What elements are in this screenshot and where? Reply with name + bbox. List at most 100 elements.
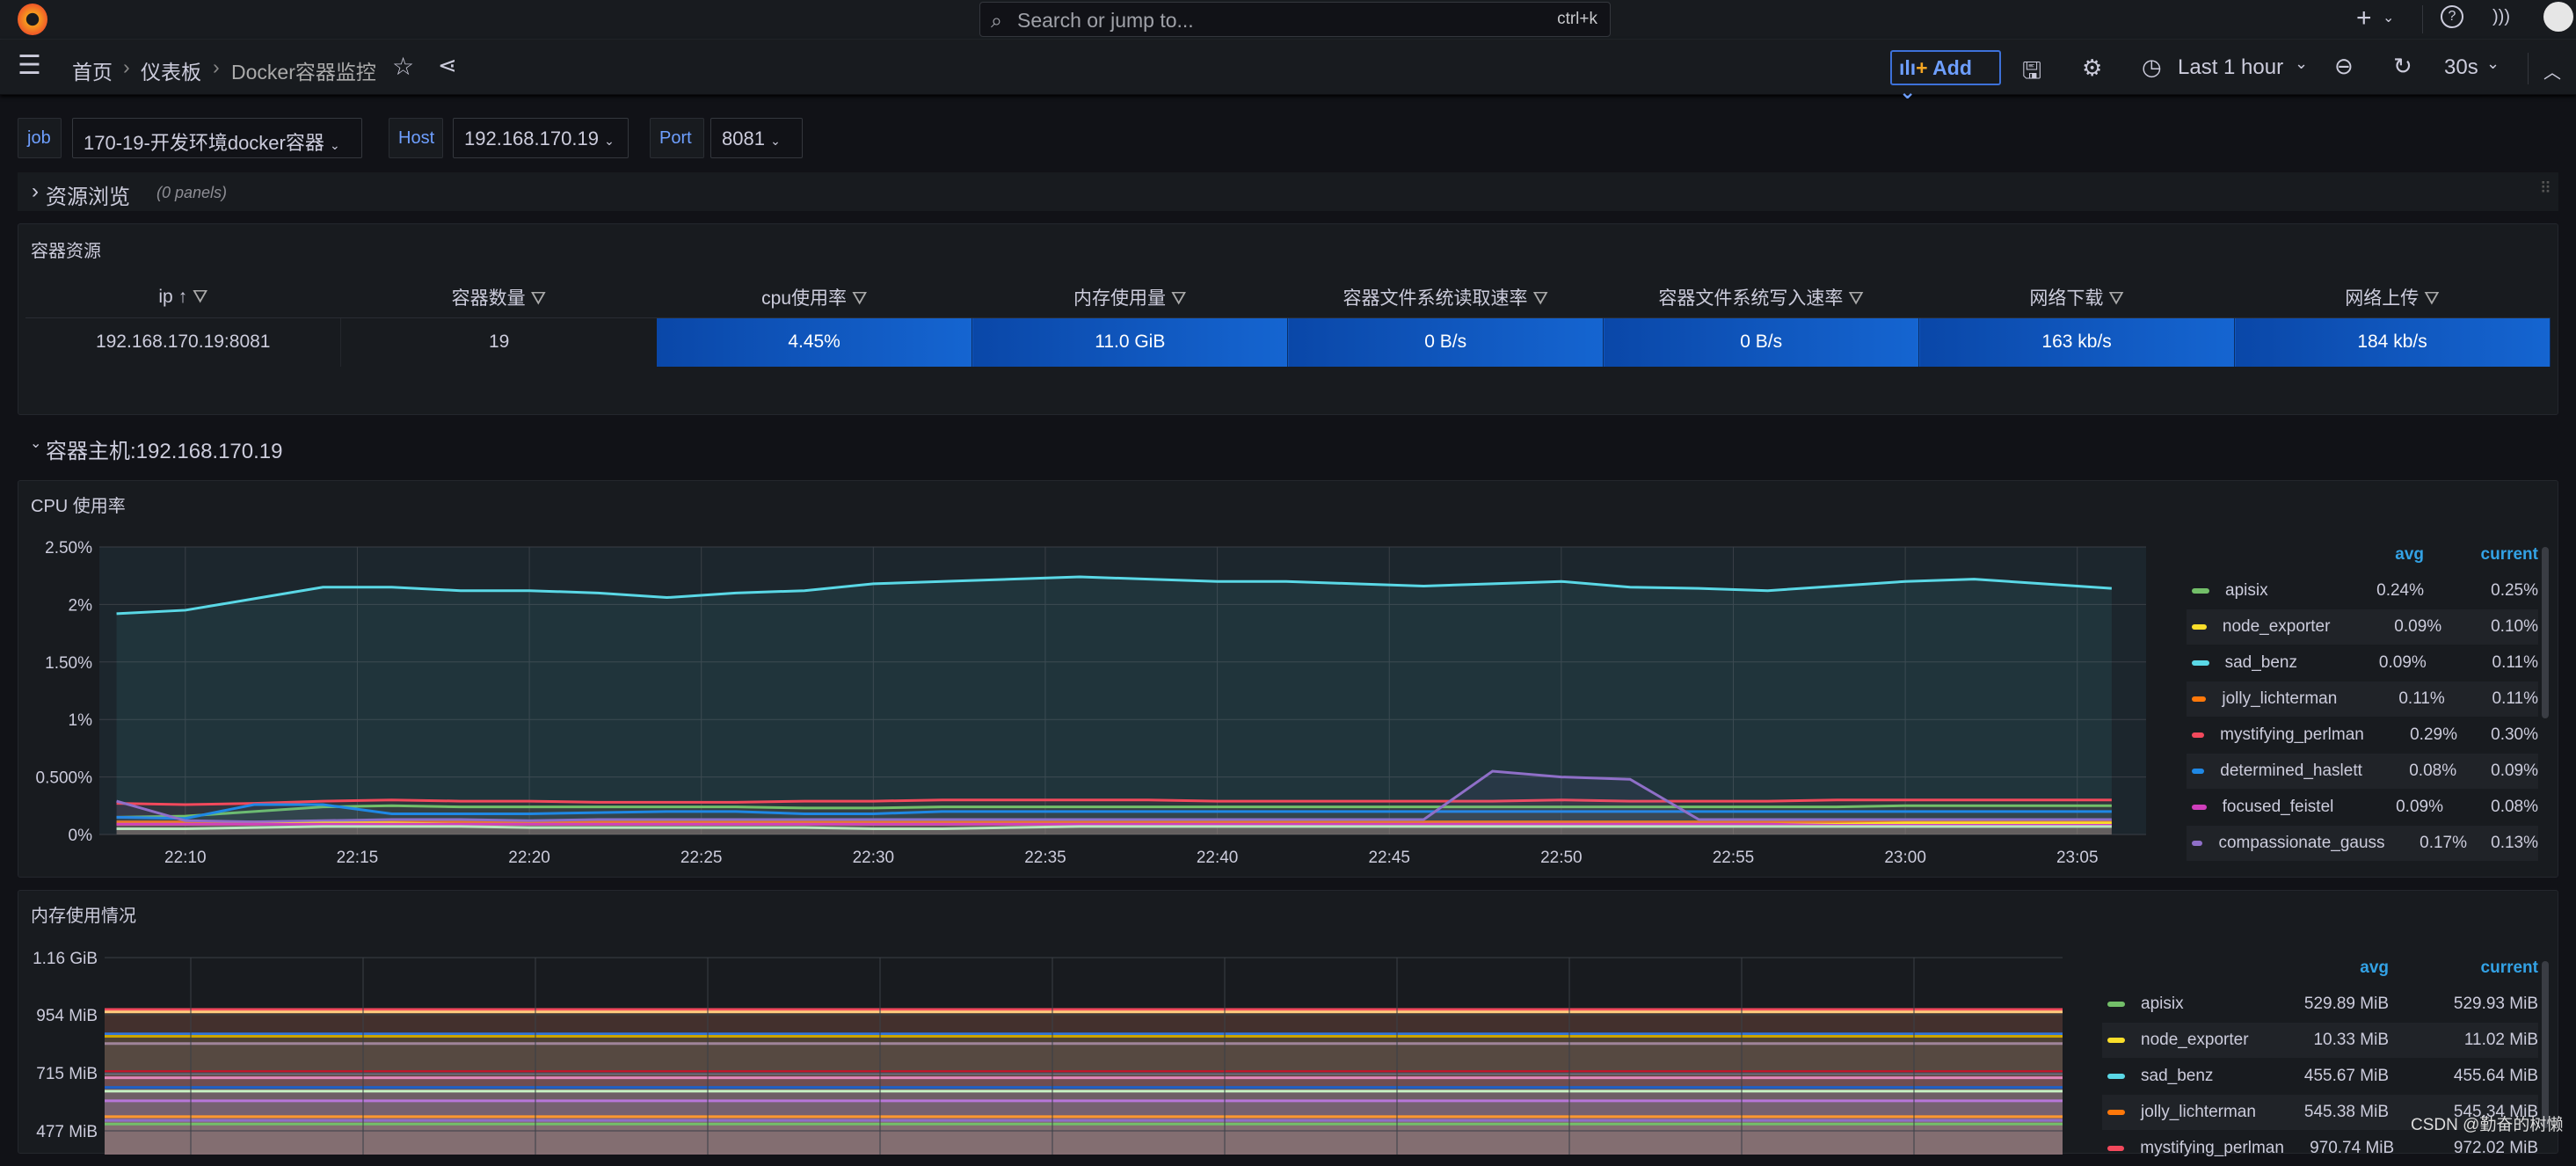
refresh-interval-picker[interactable]: 30s: [2444, 55, 2478, 80]
legend-current: 972.02 MiB: [2453, 1139, 2538, 1157]
series-line: [116, 822, 2112, 827]
legend-item[interactable]: determined_haslett 0.08% 0.09%: [2187, 754, 2538, 789]
column-header-label: 网络下载: [2029, 288, 2104, 309]
drag-handle-icon[interactable]: ⠿: [2540, 179, 2551, 198]
row-browse[interactable]: › 资源浏览 (0 panels) ⠿: [18, 172, 2558, 211]
plus-icon[interactable]: +: [2356, 4, 2372, 33]
legend-item[interactable]: mystifying_perlman 970.74 MiB 972.02 MiB: [2102, 1131, 2538, 1166]
row-host[interactable]: ⌄ 容器主机:192.168.170.19: [18, 431, 545, 463]
legend-item[interactable]: mystifying_perlman 0.29% 0.30%: [2187, 718, 2538, 753]
collapse-icon[interactable]: ︿: [2543, 58, 2561, 84]
legend-header: avg current: [2102, 951, 2538, 986]
time-range-picker[interactable]: Last 1 hour: [2178, 55, 2283, 80]
legend-current: 455.64 MiB: [2453, 1067, 2538, 1085]
legend-item[interactable]: jolly_lichterman 0.11% 0.11%: [2187, 681, 2538, 717]
help-icon[interactable]: ?: [2441, 5, 2463, 28]
series-color-swatch: [2192, 805, 2207, 810]
chevron-down-icon[interactable]: ⌄: [2383, 9, 2394, 26]
gear-icon[interactable]: ⚙: [2082, 55, 2102, 82]
chevron-down-icon: ⌄: [30, 436, 42, 451]
chevron-right-icon: ›: [32, 179, 39, 203]
table-cell: 19: [488, 332, 510, 353]
clock-icon[interactable]: ◷: [2142, 54, 2162, 81]
variable-select-port[interactable]: 8081 ⌄: [710, 118, 803, 158]
legend-series-name: node_exporter: [2141, 1031, 2249, 1049]
legend-header-current[interactable]: current: [2389, 958, 2538, 978]
breadcrumb-home[interactable]: 首页: [72, 55, 113, 85]
filter-icon[interactable]: ⛛: [1848, 288, 1864, 309]
x-tick-label: 22:15: [337, 849, 379, 867]
column-header[interactable]: 容器文件系统写入速率 ⛛: [1603, 277, 1919, 318]
filter-icon[interactable]: ⛛: [1532, 288, 1548, 309]
legend-series-name: focused_feistel: [2222, 798, 2334, 816]
filter-icon[interactable]: ⛛: [2424, 288, 2440, 309]
column-header-label: 容器文件系统写入速率: [1658, 288, 1844, 309]
breadcrumb-dashboards[interactable]: 仪表板: [141, 55, 201, 85]
legend-header-avg[interactable]: avg: [2292, 545, 2424, 565]
search-input[interactable]: ⌕ Search or jump to... ctrl+k: [979, 2, 1611, 37]
column-header-label: ip: [158, 286, 173, 307]
legend-item[interactable]: compassionate_gauss 0.17% 0.13%: [2187, 826, 2538, 861]
series-color-swatch: [2192, 624, 2207, 630]
column-header[interactable]: 网络上传 ⛛: [2234, 277, 2551, 318]
x-tick-label: 22:25: [680, 849, 723, 867]
share-icon[interactable]: ⋖: [438, 52, 457, 79]
legend-avg: 455.67 MiB: [2303, 1067, 2389, 1085]
legend-item[interactable]: apisix 529.89 MiB 529.93 MiB: [2102, 987, 2538, 1022]
variable-select-host[interactable]: 192.168.170.19 ⌄: [453, 118, 629, 158]
filter-icon[interactable]: ⛛: [531, 288, 547, 309]
filter-icon[interactable]: ⛛: [2108, 288, 2124, 309]
refresh-icon[interactable]: ↻: [2393, 53, 2412, 80]
column-header[interactable]: ip ↑ ⛛: [25, 277, 341, 318]
zoom-out-icon[interactable]: ⊖: [2334, 53, 2354, 80]
legend-series-name: mystifying_perlman: [2220, 725, 2364, 744]
menu-icon[interactable]: ☰: [18, 50, 41, 81]
legend-item[interactable]: sad_benz 0.09% 0.11%: [2187, 645, 2538, 681]
memory-panel: 内存使用情况 477 MiB 715 MiB 954 MiB 1.16 GiB avg…: [18, 890, 2558, 1157]
legend-item[interactable]: apisix 0.24% 0.25%: [2187, 573, 2538, 609]
variable-select-job[interactable]: 170-19-开发环境docker容器 ⌄: [72, 118, 362, 158]
cpu-legend: avg current apisix 0.24% 0.25% node_exporter 0…: [2187, 481, 2538, 878]
avatar-icon[interactable]: [2543, 2, 2573, 32]
grafana-logo-icon[interactable]: [18, 4, 47, 35]
legend-item[interactable]: sad_benz 455.67 MiB 455.64 MiB: [2102, 1059, 2538, 1094]
news-icon[interactable]: ))): [2492, 7, 2510, 27]
cpu-chart[interactable]: 0% 0.500% 1% 1.50% 2% 2.50% 22:10 22:15 22:20 22:…: [18, 481, 2181, 878]
legend-series-name: jolly_lichterman: [2222, 689, 2338, 708]
cpu-panel: CPU 使用率 0% 0.500% 1% 1.50% 2% 2.50% 22:10 22:15…: [18, 480, 2558, 878]
add-button[interactable]: ılı+ Add ⌄: [1890, 50, 2001, 103]
legend-header-avg[interactable]: avg: [2274, 958, 2389, 978]
filter-icon[interactable]: ⛛: [852, 288, 868, 309]
legend-header-current[interactable]: current: [2424, 545, 2538, 565]
x-tick-label: 23:00: [1884, 849, 1926, 867]
column-header[interactable]: 内存使用量 ⛛: [971, 277, 1288, 318]
legend-avg: 0.24%: [2376, 581, 2424, 600]
legend-current: 0.10%: [2491, 617, 2538, 636]
breadcrumb-current: Docker容器监控: [231, 61, 376, 84]
legend-scrollbar[interactable]: [2542, 961, 2549, 1128]
memory-chart[interactable]: 477 MiB 715 MiB 954 MiB 1.16 GiB: [18, 891, 2076, 1155]
star-icon[interactable]: ☆: [392, 52, 414, 81]
legend-avg: 0.09%: [2378, 653, 2427, 672]
filter-icon[interactable]: ⛛: [1171, 288, 1187, 309]
filter-icon[interactable]: ⛛: [193, 287, 208, 307]
table-cell: 0 B/s: [1603, 317, 1920, 367]
series-color-swatch: [2192, 769, 2205, 774]
chevron-down-icon[interactable]: ⌄: [2295, 55, 2308, 73]
x-tick-label: 22:35: [1024, 849, 1066, 867]
column-header[interactable]: cpu使用率 ⛛: [656, 277, 972, 318]
column-header[interactable]: 容器数量 ⛛: [340, 277, 657, 318]
search-icon: ⌕: [991, 9, 1002, 32]
legend-item[interactable]: focused_feistel 0.09% 0.08%: [2187, 790, 2538, 825]
legend-header: avg current: [2187, 537, 2538, 572]
legend-avg: 529.89 MiB: [2303, 995, 2389, 1013]
column-header[interactable]: 网络下载 ⛛: [1918, 277, 2235, 318]
save-icon[interactable]: 🖫: [2022, 55, 2041, 93]
chevron-down-icon[interactable]: ⌄: [2486, 55, 2500, 73]
legend-scrollbar[interactable]: [2542, 547, 2549, 718]
legend-item[interactable]: node_exporter 10.33 MiB 11.02 MiB: [2102, 1023, 2538, 1058]
x-tick-label: 22:20: [508, 849, 550, 867]
column-header[interactable]: 容器文件系统读取速率 ⛛: [1287, 277, 1604, 318]
legend-item[interactable]: node_exporter 0.09% 0.10%: [2187, 609, 2538, 645]
y-tick-label: 0.500%: [36, 769, 93, 788]
